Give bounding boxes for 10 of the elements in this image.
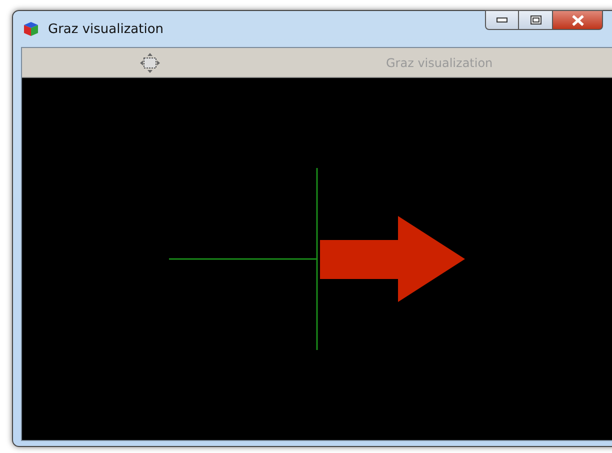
cube-icon bbox=[23, 21, 39, 37]
maximize-icon bbox=[530, 15, 542, 25]
move-icon[interactable] bbox=[140, 52, 160, 72]
close-button[interactable] bbox=[553, 10, 603, 30]
toolbar-title: Graz visualization bbox=[386, 56, 493, 70]
minimize-button[interactable] bbox=[485, 10, 519, 30]
window-title: Graz visualization bbox=[48, 22, 164, 36]
maximize-button[interactable] bbox=[519, 10, 553, 30]
close-icon bbox=[570, 14, 584, 26]
minimize-icon bbox=[496, 17, 508, 23]
